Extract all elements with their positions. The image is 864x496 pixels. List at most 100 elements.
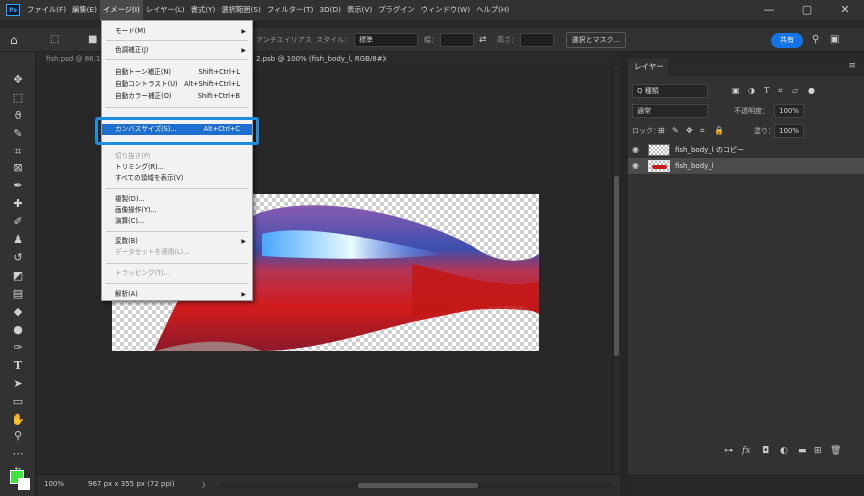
menu-item-adjustments[interactable]: 色調補正(J) ▶ — [102, 45, 252, 56]
style-select[interactable]: 標準 — [354, 33, 418, 47]
smart-object-filter-icon[interactable]: ▱ — [792, 84, 798, 98]
group-folder-icon[interactable]: ▬ — [798, 444, 807, 458]
home-icon[interactable]: ⌂ — [10, 33, 18, 47]
pen-tool-icon[interactable]: ✑ — [8, 340, 28, 355]
fill-input[interactable]: 100% — [774, 124, 804, 138]
visibility-eye-icon[interactable]: ◉ — [632, 160, 639, 172]
tab-fish-psd[interactable]: fish.psd @ 86.1% — [46, 52, 107, 66]
marquee-tool-icon[interactable]: ⬚ — [50, 33, 59, 47]
gradient-tool-icon[interactable]: ▤ — [8, 286, 28, 301]
menu-item-auto-color[interactable]: 自動カラー補正(O) Shift+Ctrl+B — [102, 91, 252, 102]
maximize-icon[interactable]: ▢ — [788, 0, 826, 20]
share-button[interactable]: 共有 — [771, 33, 803, 48]
menu-plugins[interactable]: プラグイン — [375, 0, 417, 20]
type-tool-icon[interactable]: T — [8, 358, 28, 373]
more-tools-icon[interactable]: ⋯ — [8, 446, 28, 461]
layer-kind-filter[interactable]: Q 種類 — [632, 84, 708, 98]
shape-tool-icon[interactable]: ▭ — [8, 394, 28, 409]
menu-item-reveal-all[interactable]: すべての領域を表示(V) — [102, 173, 252, 184]
workspace-icon[interactable]: ▣ — [830, 33, 839, 47]
layers-panel-header: レイヤー ≡ — [628, 58, 864, 76]
stamp-tool-icon[interactable]: ♟ — [8, 232, 28, 247]
blur-tool-icon[interactable]: ◆ — [8, 304, 28, 319]
menu-item-mode[interactable]: モード(M) ▶ — [102, 26, 252, 37]
lasso-tool-icon[interactable]: ϑ — [8, 108, 28, 123]
menu-file[interactable]: ファイル(F) — [24, 0, 69, 20]
trash-icon[interactable]: 🗑 — [830, 444, 841, 458]
new-layer-icon[interactable]: ⊞ — [814, 444, 822, 458]
menu-layer[interactable]: レイヤー(L) — [143, 0, 188, 20]
layer-row-fish-body[interactable]: ◉ fish_body_l — [628, 158, 864, 174]
blend-mode-select[interactable]: 通常 — [632, 104, 708, 118]
tab-layers[interactable]: レイヤー — [628, 58, 668, 76]
select-and-mask-button[interactable]: 選択とマスク... — [566, 32, 626, 48]
pixel-filter-icon[interactable]: ▣ — [732, 84, 740, 98]
menu-view[interactable]: 表示(V) — [344, 0, 375, 20]
horizontal-scroll-thumb[interactable] — [358, 483, 478, 488]
height-input[interactable] — [520, 33, 554, 47]
crop-tool-icon[interactable]: ⌗ — [8, 144, 28, 159]
frame-tool-icon[interactable]: ⊠ — [8, 160, 28, 175]
quick-select-tool-icon[interactable]: ✎ — [8, 126, 28, 141]
move-tool-icon[interactable]: ✥ — [8, 72, 28, 87]
eyedropper-tool-icon[interactable]: ✒ — [8, 178, 28, 193]
menu-select[interactable]: 選択範囲(S) — [218, 0, 264, 20]
menu-help[interactable]: ヘルプ(H) — [473, 0, 512, 20]
dodge-tool-icon[interactable]: ● — [8, 322, 28, 337]
lock-pixels-icon[interactable]: ✎ — [672, 124, 679, 138]
photoshop-logo-icon: Ps — [6, 4, 20, 16]
menu-type[interactable]: 書式(Y) — [188, 0, 219, 20]
history-brush-tool-icon[interactable]: ↺ — [8, 250, 28, 265]
opacity-input[interactable]: 100% — [774, 104, 804, 118]
lock-transparent-icon[interactable]: ⊞ — [658, 124, 665, 138]
filter-toggle-icon[interactable]: ● — [808, 84, 815, 98]
zoom-level[interactable]: 100% — [44, 480, 64, 488]
search-icon[interactable]: ⚲ — [812, 33, 819, 47]
visibility-eye-icon[interactable]: ◉ — [632, 144, 639, 156]
adjustment-layer-icon[interactable]: ◐ — [780, 444, 788, 458]
healing-tool-icon[interactable]: ✚ — [8, 196, 28, 211]
menu-edit[interactable]: 編集(E) — [69, 0, 100, 20]
width-input[interactable] — [440, 33, 474, 47]
shape-filter-icon[interactable]: ⌗ — [778, 84, 783, 98]
menu-item-trim[interactable]: トリミング(R)... — [102, 162, 252, 173]
status-arrow-icon[interactable]: 〉 — [202, 480, 209, 490]
menu-image[interactable]: イメージ(I) — [99, 0, 143, 20]
menu-item-calculations[interactable]: 演算(C)... — [102, 216, 252, 227]
fx-icon[interactable]: fx — [742, 444, 750, 458]
menu-window[interactable]: ウィンドウ(W) — [418, 0, 473, 20]
menu-item-analysis[interactable]: 解析(A) ▶ — [102, 289, 252, 300]
tab-close-icon[interactable]: × — [382, 52, 388, 66]
tab-psb[interactable]: 2.psb @ 100% (fish_body_l, RGB/8#) — [256, 52, 385, 66]
zoom-tool-icon[interactable]: ⚲ — [8, 428, 28, 443]
brush-tool-icon[interactable]: ✐ — [8, 214, 28, 229]
menu-3d[interactable]: 3D(D) — [316, 0, 344, 20]
menu-item-auto-tone[interactable]: 自動トーン補正(N) Shift+Ctrl+L — [102, 67, 252, 78]
menu-item-variables[interactable]: 変数(B) ▶ — [102, 236, 252, 247]
vertical-scroll-thumb[interactable] — [614, 176, 619, 356]
layer-mask-icon[interactable]: ◘ — [762, 444, 769, 458]
vertical-scrollbar[interactable] — [612, 66, 620, 474]
link-layers-icon[interactable]: ⊶ — [724, 444, 733, 458]
swap-icon[interactable]: ⇄ — [479, 33, 487, 47]
lock-artboard-icon[interactable]: ⌗ — [700, 124, 705, 138]
menu-item-auto-contrast[interactable]: 自動コントラスト(U) Alt+Shift+Ctrl+L — [102, 79, 252, 90]
new-selection-icon[interactable]: ■ — [88, 33, 97, 47]
panel-menu-icon[interactable]: ≡ — [848, 61, 856, 71]
menu-item-apply-image[interactable]: 画像操作(Y)... — [102, 205, 252, 216]
adjustment-filter-icon[interactable]: ◑ — [748, 84, 755, 98]
path-select-tool-icon[interactable]: ➤ — [8, 376, 28, 391]
background-color-swatch[interactable] — [18, 478, 30, 490]
lock-position-icon[interactable]: ✥ — [686, 124, 693, 138]
menu-item-duplicate[interactable]: 複製(D)... — [102, 194, 252, 205]
type-filter-icon[interactable]: T — [764, 84, 769, 98]
lock-all-icon[interactable]: 🔒 — [714, 124, 724, 138]
hand-tool-icon[interactable]: ✋ — [8, 412, 28, 427]
close-icon[interactable]: ✕ — [826, 0, 864, 20]
menu-filter[interactable]: フィルター(T) — [264, 0, 317, 20]
minimize-icon[interactable]: — — [750, 0, 788, 20]
eraser-tool-icon[interactable]: ◩ — [8, 268, 28, 283]
horizontal-scrollbar[interactable] — [218, 482, 614, 489]
layer-row-copy[interactable]: ◉ fish_body_l のコピー — [628, 142, 864, 158]
marquee-tool-icon[interactable]: ⬚ — [8, 90, 28, 105]
